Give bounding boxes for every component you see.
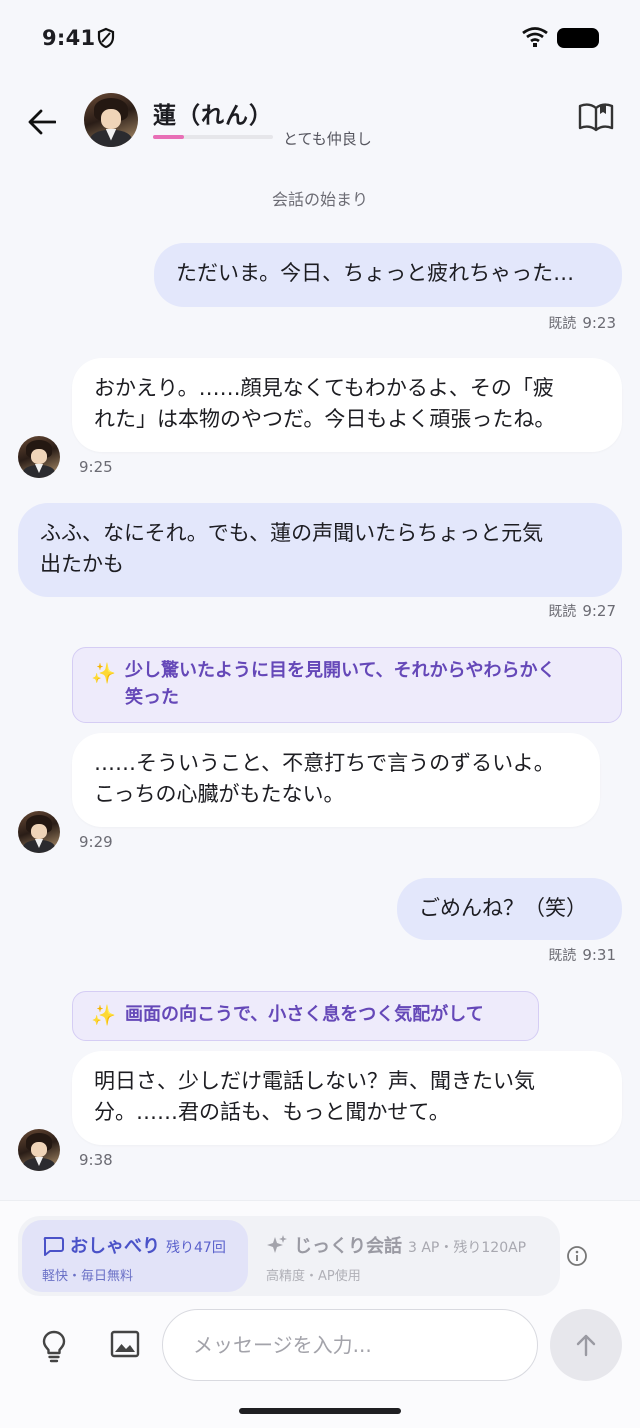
- chat-mode-casual-button[interactable]: おしゃべり 残り47回 軽快・毎日無料: [22, 1220, 248, 1292]
- chat-bubble-icon: [42, 1236, 64, 1260]
- message-input[interactable]: [162, 1309, 538, 1381]
- message-meta: 既読 9:31: [548, 945, 616, 965]
- wifi-icon: [522, 27, 548, 51]
- action-text-line: 少し驚いたように目を見開いて、それからやわらかく: [125, 660, 556, 681]
- message-text-line: 分。……君の話も、もっと聞かせて。: [94, 1100, 450, 1124]
- message-time: 9:27: [582, 602, 616, 620]
- sparkles-icon: [266, 1234, 288, 1260]
- user-message-bubble[interactable]: ただいま。今日、ちょっと疲れちゃった…: [154, 243, 622, 307]
- action-narration: ✨ 画面の向こうで、小さく息をつく気配がして: [72, 991, 539, 1041]
- avatar[interactable]: [84, 93, 138, 147]
- message-text-line: ふふ、なにそれ。でも、蓮の声聞いたらちょっと元気: [40, 521, 544, 545]
- message-time: 9:29: [79, 833, 113, 851]
- message-text: ごめんね？（笑）: [419, 896, 587, 920]
- read-receipt: 既読: [548, 316, 577, 332]
- message-text: ただいま。今日、ちょっと疲れちゃった…: [176, 261, 575, 285]
- book-open-icon: [578, 103, 614, 132]
- status-time: 9:41: [42, 26, 96, 50]
- chat-mode-deep-button[interactable]: じっくり会話 3 AP・残り120AP 高精度・AP使用: [248, 1220, 558, 1292]
- user-message-bubble[interactable]: ごめんね？（笑）: [397, 878, 622, 940]
- info-icon: [567, 1246, 587, 1266]
- message-time: 9:31: [582, 946, 616, 964]
- read-receipt: 既読: [548, 604, 577, 620]
- message-time: 9:38: [79, 1151, 113, 1169]
- mode-count: 残り47回: [166, 1240, 226, 1256]
- arrow-left-icon: [28, 109, 56, 135]
- message-time: 9:23: [582, 314, 616, 332]
- chat-mode-switch: おしゃべり 残り47回 軽快・毎日無料 じっくり会話 3 AP・残り120AP 高精…: [18, 1216, 560, 1296]
- sparkles-icon: ✨: [91, 1003, 116, 1027]
- affinity-label: とても仲良し: [283, 130, 372, 148]
- bot-message-bubble[interactable]: おかえり。……顔見なくてもわかるよ、その「疲 れた」は本物のやつだ。今日もよく頑…: [72, 358, 622, 452]
- back-button[interactable]: [22, 102, 62, 142]
- send-button[interactable]: [550, 1309, 622, 1381]
- message-text-line: 出たかも: [40, 552, 124, 576]
- chat-area[interactable]: 会話の始まり ただいま。今日、ちょっと疲れちゃった… 既読 9:23 おかえり。……: [0, 172, 640, 1200]
- read-receipt: 既読: [548, 948, 577, 964]
- status-bar: 9:41: [0, 0, 640, 76]
- action-text: 画面の向こうで、小さく息をつく気配がして: [125, 1004, 484, 1025]
- avatar[interactable]: [18, 811, 60, 853]
- message-meta: 既読 9:27: [548, 601, 616, 621]
- chat-header: 蓮（れん） とても仲良し: [0, 76, 640, 172]
- battery-icon: [557, 28, 599, 48]
- home-indicator: [239, 1408, 401, 1414]
- mode-subtitle: 高精度・AP使用: [266, 1269, 361, 1284]
- message-meta: 既読 9:23: [548, 313, 616, 333]
- affinity-bar-fill: [153, 135, 185, 139]
- hint-button[interactable]: [38, 1329, 72, 1363]
- image-icon: [110, 1330, 140, 1358]
- avatar[interactable]: [18, 436, 60, 478]
- action-narration: ✨ 少し驚いたように目を見開いて、それからやわらかく 笑った: [72, 647, 622, 723]
- arrow-up-icon: [576, 1334, 596, 1357]
- message-text-line: おかえり。……顔見なくてもわかるよ、その「疲: [94, 376, 554, 400]
- image-attach-button[interactable]: [109, 1329, 143, 1363]
- avatar[interactable]: [18, 1129, 60, 1171]
- message-text-line: ……そういうこと、不意打ちで言うのずるいよ。: [94, 751, 555, 775]
- action-text-line: 笑った: [125, 687, 179, 708]
- lightbulb-icon: [42, 1330, 66, 1363]
- message-text-line: こっちの心臓がもたない。: [94, 782, 345, 806]
- conversation-start-label: 会話の始まり: [271, 190, 368, 209]
- message-time: 9:25: [79, 458, 113, 476]
- sparkles-icon: ✨: [91, 661, 116, 685]
- mode-title: おしゃべり: [70, 1236, 160, 1257]
- bot-message-bubble[interactable]: ……そういうこと、不意打ちで言うのずるいよ。 こっちの心臓がもたない。: [72, 733, 600, 827]
- mode-count: 3 AP・残り120AP: [408, 1240, 527, 1256]
- shield-icon: [96, 27, 116, 53]
- message-text-line: れた」は本物のやつだ。今日もよく頑張ったね。: [94, 407, 556, 431]
- mode-subtitle: 軽快・毎日無料: [42, 1269, 134, 1284]
- affinity-bar: [153, 135, 273, 139]
- user-message-bubble[interactable]: ふふ、なにそれ。でも、蓮の声聞いたらちょっと元気 出たかも: [18, 503, 622, 597]
- message-text-line: 明日さ、少しだけ電話しない？声、聞きたい気: [94, 1069, 535, 1093]
- character-name: 蓮（れん）: [153, 103, 273, 129]
- info-button[interactable]: [566, 1245, 588, 1267]
- story-book-button[interactable]: [578, 102, 618, 138]
- bot-message-bubble[interactable]: 明日さ、少しだけ電話しない？声、聞きたい気 分。……君の話も、もっと聞かせて。: [72, 1051, 622, 1145]
- mode-title: じっくり会話: [294, 1236, 402, 1257]
- composer-footer: おしゃべり 残り47回 軽快・毎日無料 じっくり会話 3 AP・残り120AP 高精…: [0, 1200, 640, 1428]
